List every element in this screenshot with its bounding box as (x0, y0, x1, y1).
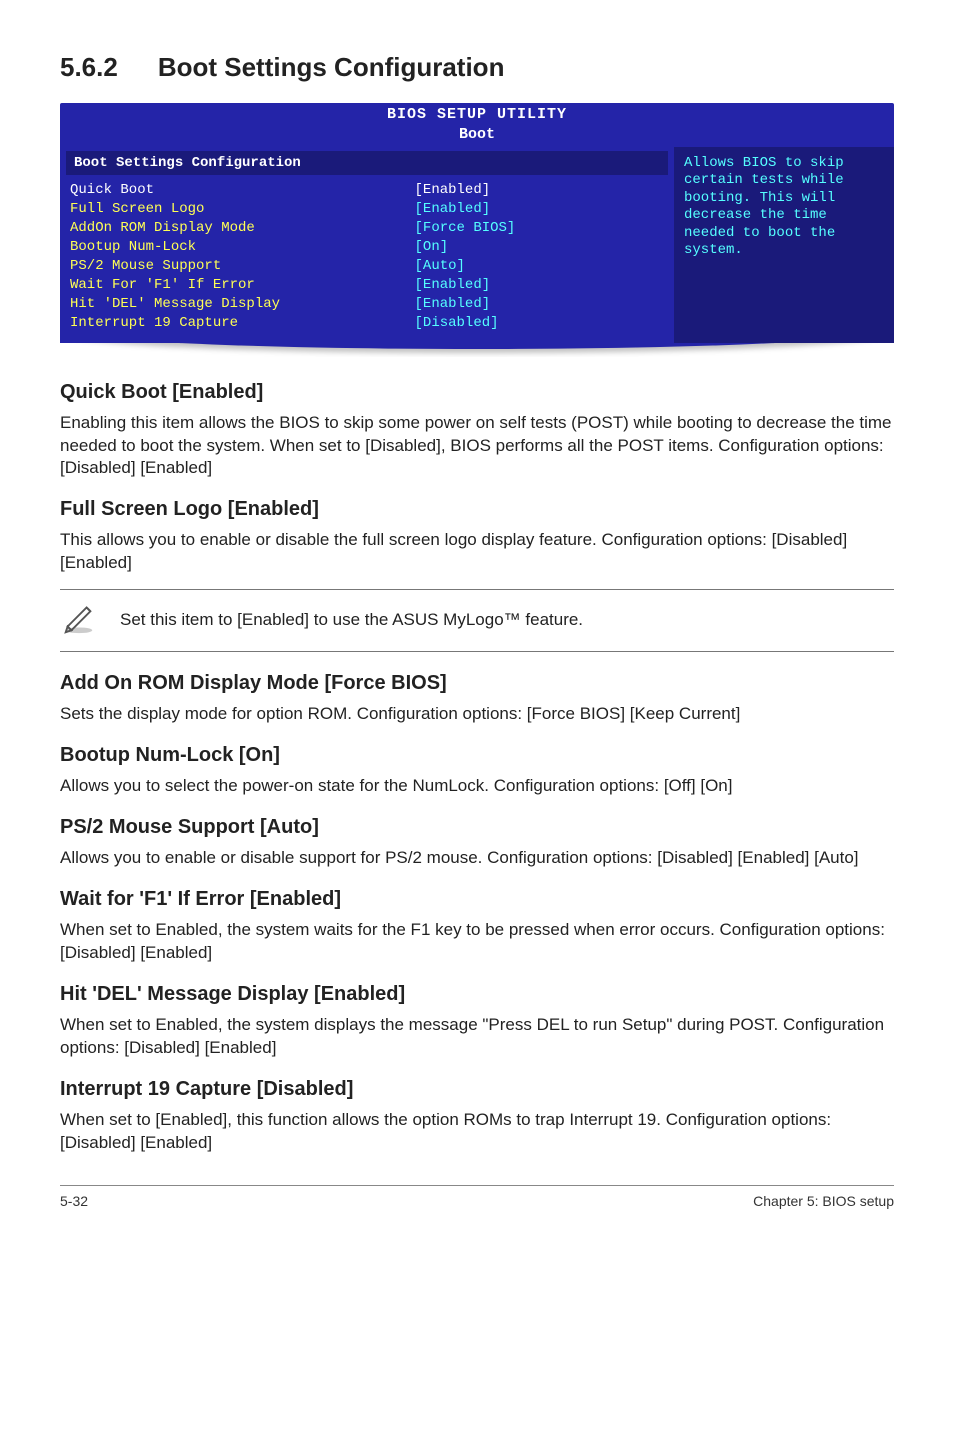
heading-full-screen-logo: Full Screen Logo [Enabled] (60, 496, 894, 523)
page-number: 5-32 (60, 1192, 88, 1211)
bios-setting-row: Interrupt 19 Capture[Disabled] (70, 314, 664, 333)
bios-title-main: BIOS SETUP UTILITY (60, 105, 894, 125)
heading-int19: Interrupt 19 Capture [Disabled] (60, 1076, 894, 1103)
bios-setting-value: [Enabled] (415, 200, 491, 219)
bios-setting-value: [On] (415, 238, 449, 257)
text-ps2: Allows you to enable or disable support … (60, 847, 894, 870)
bios-setting-label: PS/2 Mouse Support (70, 257, 415, 276)
bios-setting-row: AddOn ROM Display Mode[Force BIOS] (70, 219, 664, 238)
bios-body: Boot Settings Configuration Quick Boot[E… (60, 147, 894, 343)
bios-panel-title: Boot Settings Configuration (66, 151, 668, 176)
section-heading: 5.6.2 Boot Settings Configuration (60, 50, 894, 85)
bios-title-tab: Boot (60, 125, 894, 145)
heading-numlock: Bootup Num-Lock [On] (60, 742, 894, 769)
heading-ps2: PS/2 Mouse Support [Auto] (60, 814, 894, 841)
section-title: Boot Settings Configuration (158, 52, 505, 82)
bios-setting-value: [Force BIOS] (415, 219, 516, 238)
text-full-screen-logo: This allows you to enable or disable the… (60, 529, 894, 575)
heading-addon-rom: Add On ROM Display Mode [Force BIOS] (60, 670, 894, 697)
bios-help-panel: Allows BIOS to skip certain tests while … (674, 147, 894, 343)
text-int19: When set to [Enabled], this function all… (60, 1109, 894, 1155)
bios-setting-row: Quick Boot[Enabled] (70, 181, 664, 200)
text-addon-rom: Sets the display mode for option ROM. Co… (60, 703, 894, 726)
bios-bottom-curve (60, 343, 894, 357)
bios-setting-value: [Enabled] (415, 276, 491, 295)
bios-setting-row: Bootup Num-Lock[On] (70, 238, 664, 257)
bios-left-panel: Boot Settings Configuration Quick Boot[E… (60, 147, 674, 343)
heading-hitdel: Hit 'DEL' Message Display [Enabled] (60, 981, 894, 1008)
note-text: Set this item to [Enabled] to use the AS… (120, 609, 583, 632)
bios-setting-value: [Auto] (415, 257, 465, 276)
bios-setting-row: Wait For 'F1' If Error[Enabled] (70, 276, 664, 295)
bios-setting-row: Hit 'DEL' Message Display[Enabled] (70, 295, 664, 314)
heading-quick-boot: Quick Boot [Enabled] (60, 379, 894, 406)
page-footer: 5-32 Chapter 5: BIOS setup (60, 1185, 894, 1211)
bios-setting-label: Wait For 'F1' If Error (70, 276, 415, 295)
bios-setting-label: Full Screen Logo (70, 200, 415, 219)
text-waitf1: When set to Enabled, the system waits fo… (60, 919, 894, 965)
bios-setting-label: Quick Boot (70, 181, 415, 200)
bios-setting-value: [Enabled] (415, 181, 491, 200)
chapter-label: Chapter 5: BIOS setup (753, 1192, 894, 1211)
pencil-icon (60, 598, 98, 643)
section-number: 5.6.2 (60, 50, 118, 85)
text-quick-boot: Enabling this item allows the BIOS to sk… (60, 412, 894, 481)
bios-setting-row: PS/2 Mouse Support[Auto] (70, 257, 664, 276)
bios-setting-value: [Enabled] (415, 295, 491, 314)
note-block: Set this item to [Enabled] to use the AS… (60, 589, 894, 652)
bios-setting-label: Interrupt 19 Capture (70, 314, 415, 333)
bios-titlebar: BIOS SETUP UTILITY Boot (60, 103, 894, 147)
bios-setting-label: AddOn ROM Display Mode (70, 219, 415, 238)
bios-setting-row: Full Screen Logo[Enabled] (70, 200, 664, 219)
text-hitdel: When set to Enabled, the system displays… (60, 1014, 894, 1060)
bios-setting-label: Hit 'DEL' Message Display (70, 295, 415, 314)
bios-setting-label: Bootup Num-Lock (70, 238, 415, 257)
text-numlock: Allows you to select the power-on state … (60, 775, 894, 798)
heading-waitf1: Wait for 'F1' If Error [Enabled] (60, 886, 894, 913)
bios-screenshot: BIOS SETUP UTILITY Boot Boot Settings Co… (60, 103, 894, 357)
bios-setting-value: [Disabled] (415, 314, 499, 333)
